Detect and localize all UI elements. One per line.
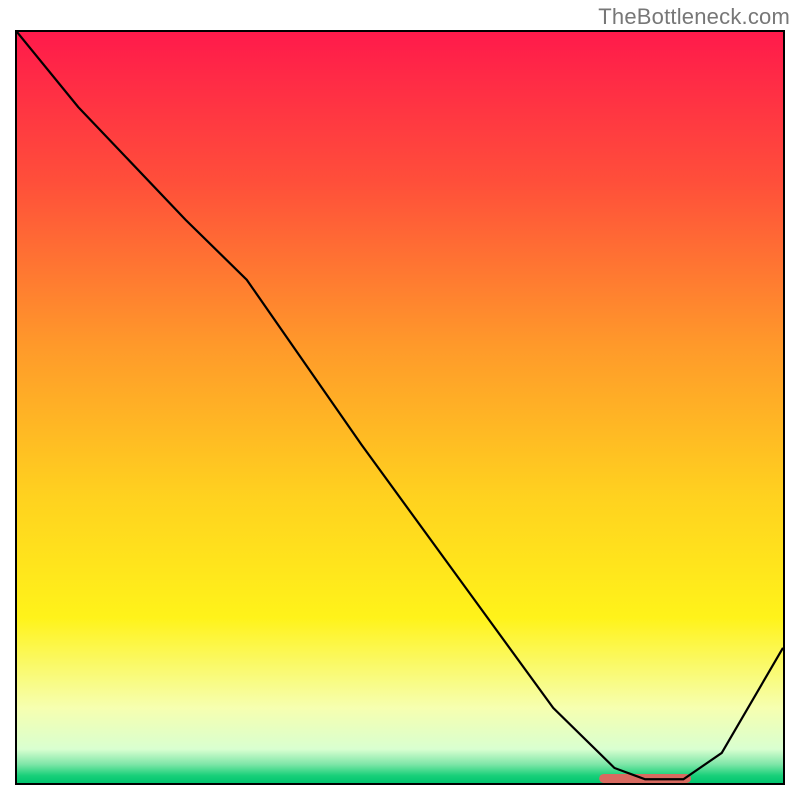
plot-area bbox=[15, 30, 785, 785]
chart-svg bbox=[17, 32, 783, 783]
chart-container: TheBottleneck.com bbox=[0, 0, 800, 800]
background-gradient bbox=[17, 32, 783, 783]
watermark-text: TheBottleneck.com bbox=[598, 4, 790, 30]
